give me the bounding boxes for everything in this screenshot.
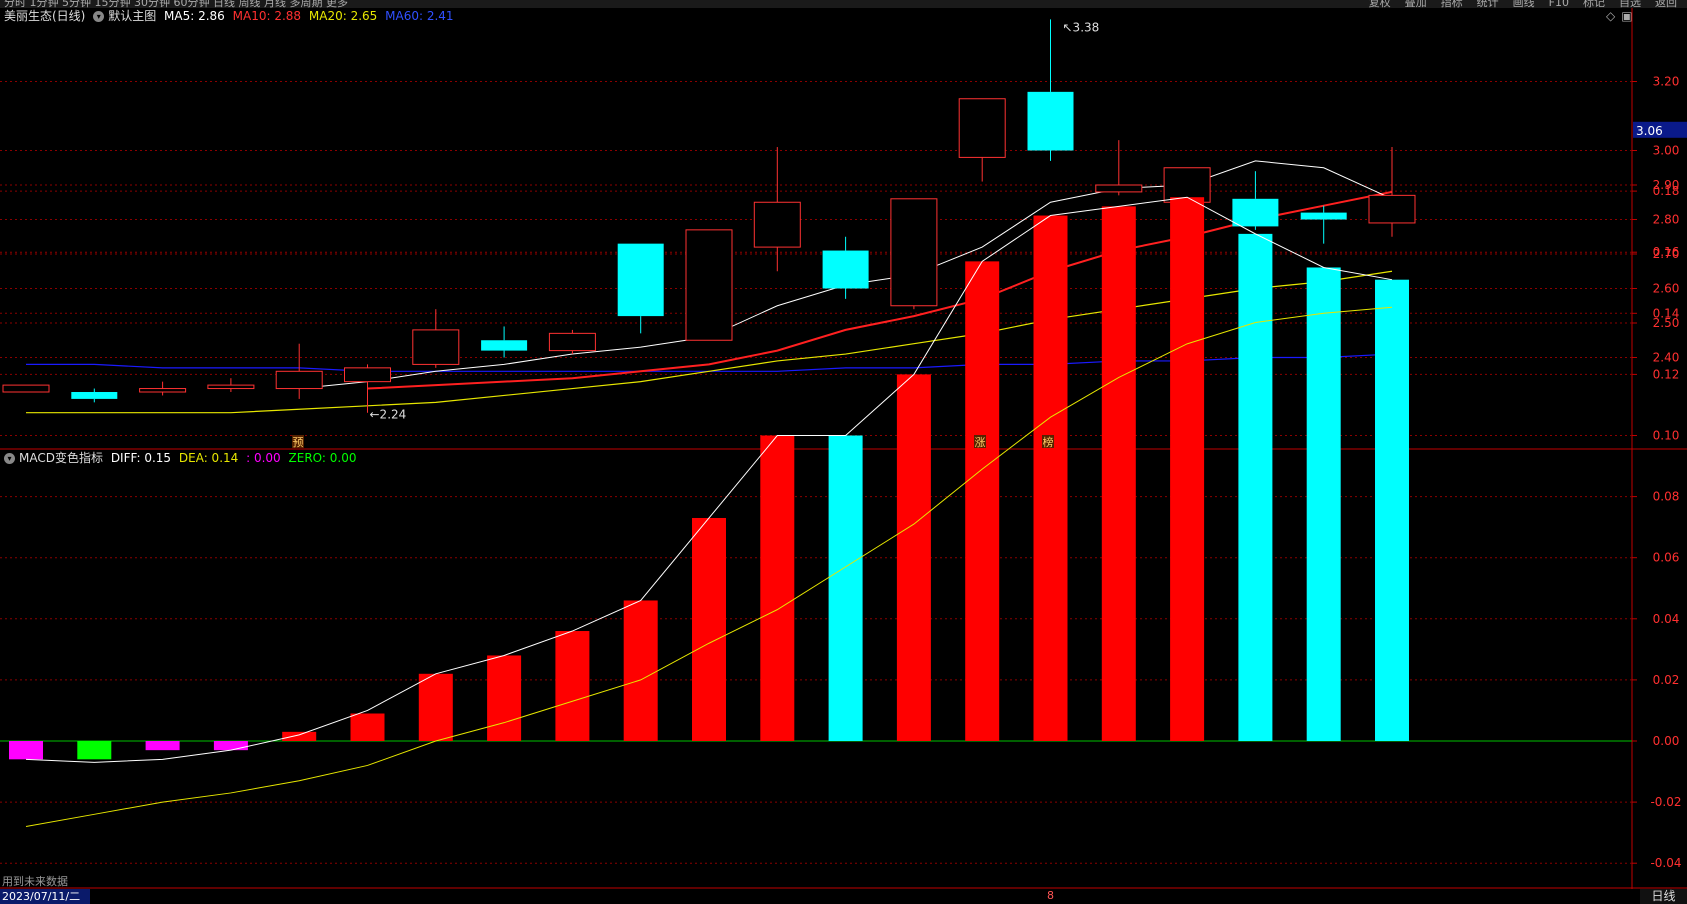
diamond-icon[interactable]: ◇ xyxy=(1606,9,1615,23)
main-chart-legend: 美丽生态(日线) ▾ 默认主图 MA5: 2.86 MA10: 2.88 MA20… xyxy=(4,8,458,24)
zero-value: ZERO: 0.00 xyxy=(288,451,357,465)
candle-body xyxy=(958,98,1006,158)
macd-tick-label: 0.18 xyxy=(1653,184,1680,198)
price-tick-label: 2.80 xyxy=(1653,213,1680,227)
macd-bar xyxy=(828,435,863,741)
candle-body xyxy=(481,340,528,351)
price-tick-label: 3.00 xyxy=(1653,144,1680,158)
macd-bar xyxy=(1101,206,1136,741)
macd-bar xyxy=(350,713,385,741)
axis-layer: 3.203.002.902.802.702.602.502.403.060.18… xyxy=(1632,75,1687,870)
macd-bar xyxy=(1306,267,1341,741)
candle-body xyxy=(207,384,255,390)
price-tick-label: 2.40 xyxy=(1653,351,1680,365)
macd-bar xyxy=(9,741,43,760)
ma5-value: MA5: 2.86 xyxy=(164,9,225,23)
macd-layer xyxy=(0,196,1632,828)
candle-body xyxy=(617,243,664,317)
candle-body xyxy=(1300,212,1347,220)
chevron-down-icon[interactable]: ▾ xyxy=(93,11,105,22)
candle-body xyxy=(822,250,869,289)
high-price-label: ↖3.38 xyxy=(1063,20,1100,34)
macd-bar xyxy=(418,673,453,741)
ma20-value: MA20: 2.65 xyxy=(308,9,378,23)
candle-body xyxy=(344,367,391,383)
macd-bar xyxy=(1170,197,1205,741)
macd-legend: ▾ MACD变色指标 DIFF: 0.15 DEA: 0.14 : 0.00 ZE… xyxy=(4,450,360,466)
macd-tick-label: 0.02 xyxy=(1653,673,1680,687)
macd-tick-label: 0.06 xyxy=(1653,551,1680,565)
macd-bar xyxy=(1033,215,1068,742)
window-icon[interactable]: ▣ xyxy=(1621,9,1632,23)
ma60-value: MA60: 2.41 xyxy=(385,9,454,23)
macd-tick-label: -0.04 xyxy=(1650,856,1681,870)
macd-tick-label: 0.14 xyxy=(1653,306,1680,320)
candle-body xyxy=(412,329,460,365)
price-tick-label: 3.20 xyxy=(1653,75,1680,89)
current-price-label: 3.06 xyxy=(1636,124,1663,138)
candle-body xyxy=(139,388,187,393)
macd-tick-label: 0.10 xyxy=(1653,429,1680,443)
candle-body xyxy=(1232,198,1279,227)
panel-controls: ◇ ▣ xyxy=(1600,9,1633,23)
event-marker: 涨 xyxy=(975,436,986,449)
candle-body xyxy=(753,201,801,248)
macd-bar xyxy=(213,741,248,751)
macd-bar xyxy=(1375,279,1409,741)
macd-indicator-name[interactable]: MACD变色指标 xyxy=(19,451,103,465)
macd-bar xyxy=(282,731,317,741)
macd-tick-label: 0.04 xyxy=(1653,612,1680,626)
candle-body xyxy=(2,384,50,393)
macd-bar xyxy=(145,741,180,751)
low-price-label: ←2.24 xyxy=(370,408,407,422)
main-template-label[interactable]: 默认主图 xyxy=(108,9,156,23)
period-label[interactable]: 日线 xyxy=(1640,889,1687,904)
macd-bar xyxy=(692,517,726,741)
macd-tick-label: 0.08 xyxy=(1653,490,1680,504)
candle-body xyxy=(71,392,118,399)
cursor-marker: 8 xyxy=(1047,889,1054,902)
candle-body xyxy=(275,370,323,390)
event-marker: 预 xyxy=(293,436,304,449)
macd-tick-label: 0.16 xyxy=(1653,245,1680,259)
candle-body xyxy=(1368,194,1416,224)
macd-bar xyxy=(896,374,931,741)
macd-bar xyxy=(555,631,590,741)
macd-bar xyxy=(1238,233,1273,741)
future-data-note: 用到未来数据 xyxy=(2,875,68,888)
macd-tick-label: 0.00 xyxy=(1653,734,1680,748)
candle-body xyxy=(548,332,596,352)
macd-bar xyxy=(760,435,795,741)
event-marker: 榜 xyxy=(1043,435,1054,449)
ma10-value: MA10: 2.88 xyxy=(232,9,302,23)
macd-bar xyxy=(623,600,658,741)
candle-body xyxy=(1027,91,1074,151)
macd-value: : 0.00 xyxy=(246,451,281,465)
chevron-down-icon[interactable]: ▾ xyxy=(4,453,15,464)
dea-value: DEA: 0.14 xyxy=(178,451,239,465)
candle-body xyxy=(1095,184,1143,193)
cursor-date: 2023/07/11/二 xyxy=(0,889,90,904)
diff-value: DIFF: 0.15 xyxy=(110,451,172,465)
macd-bar xyxy=(965,261,1000,741)
macd-bar xyxy=(77,741,112,760)
macd-tick-label: -0.02 xyxy=(1650,795,1681,809)
macd-bar xyxy=(487,655,522,741)
macd-tick-label: 0.12 xyxy=(1653,367,1680,381)
price-tick-label: 2.60 xyxy=(1653,282,1680,296)
candle-body xyxy=(685,229,733,341)
stock-name[interactable]: 美丽生态(日线) xyxy=(4,9,85,23)
candle-body xyxy=(890,198,938,307)
